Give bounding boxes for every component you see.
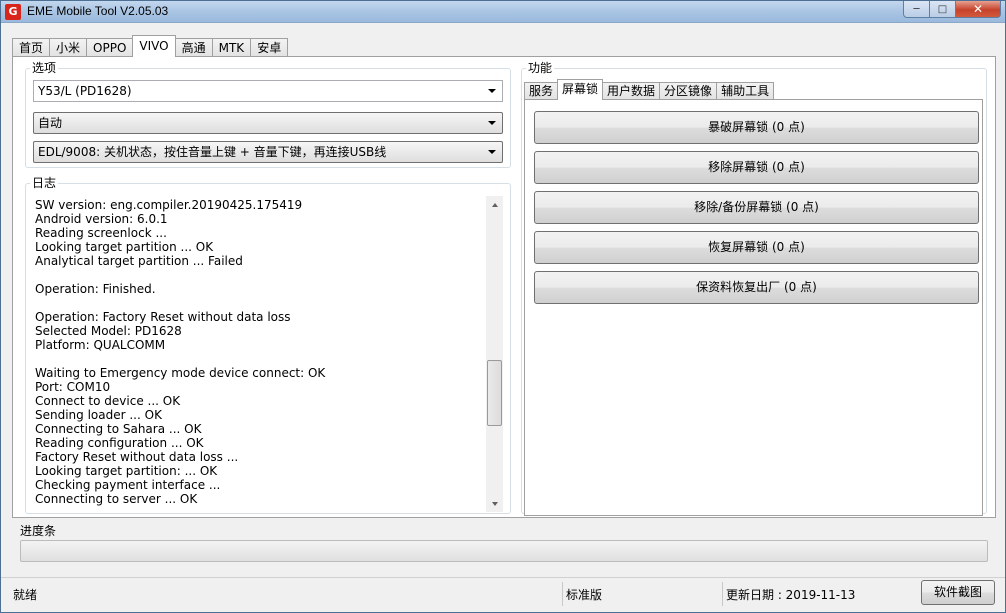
log-line: Looking target partition ... OK (35, 240, 214, 254)
bruteforce-screenlock-button[interactable]: 暴破屏幕锁 (0 点) (534, 111, 979, 144)
log-line: SW version: eng.compiler.20190425.175419 (35, 198, 303, 212)
close-button[interactable]: ✕ (956, 1, 1001, 18)
tab-vivo[interactable]: VIVO (132, 35, 176, 57)
tab-partition-image[interactable]: 分区镜像 (659, 82, 718, 100)
log-line: Platform: QUALCOMM (35, 338, 166, 352)
software-screenshot-button[interactable]: 软件截图 (921, 580, 995, 605)
screenlock-panel: 暴破屏幕锁 (0 点) 移除屏幕锁 (0 点) 移除/备份屏幕锁 (0 点) 恢… (524, 99, 983, 516)
scroll-thumb[interactable] (487, 360, 502, 426)
main-tab-strip: 首页 小米 OPPO VIVO 高通 MTK 安卓 (12, 35, 289, 57)
log-line: Connecting to server ... OK (35, 492, 198, 506)
minimize-button[interactable]: ─ (903, 1, 930, 18)
connect-mode-select-value: EDL/9008: 关机状态，按住音量上键 + 音量下键，再连接USB线 (38, 145, 387, 159)
functions-group-label: 功能 (526, 61, 555, 75)
tab-oppo[interactable]: OPPO (86, 38, 134, 57)
log-line: Checking payment interface ... (35, 478, 221, 492)
log-line: Looking target partition: ... OK (35, 464, 218, 478)
progress-bar (20, 540, 988, 562)
status-divider (722, 582, 723, 606)
log-line: Reading screenlock ... (35, 226, 167, 240)
log-textbox[interactable]: SW version: eng.compiler.20190425.175419… (33, 196, 503, 512)
remove-screenlock-button[interactable]: 移除屏幕锁 (0 点) (534, 151, 979, 184)
function-tab-strip: 服务 屏幕锁 用户数据 分区镜像 辅助工具 (524, 79, 775, 100)
log-lines: SW version: eng.compiler.20190425.175419… (35, 198, 485, 506)
close-icon: ✕ (972, 2, 984, 16)
scroll-up-icon (491, 202, 498, 207)
tab-xiaomi[interactable]: 小米 (49, 38, 88, 57)
log-group-label: 日志 (30, 176, 59, 190)
progress-label: 进度条 (20, 524, 57, 538)
mode-select-value: 自动 (38, 116, 63, 130)
window-title: EME Mobile Tool V2.05.03 (27, 4, 169, 18)
update-date-text: 更新日期 : 2019-11-13 (726, 588, 856, 602)
log-line: Operation: Factory Reset without data lo… (35, 310, 291, 324)
tab-home[interactable]: 首页 (12, 38, 51, 57)
dropdown-arrow-icon (488, 150, 496, 154)
app-logo-icon: G (5, 4, 21, 20)
vivo-tab-panel: 选项 Y53/L (PD1628) 自动 EDL/9008: 关机状态，按住音量… (12, 56, 996, 518)
log-scrollbar[interactable] (486, 196, 503, 512)
mode-select[interactable]: 自动 (33, 112, 503, 134)
log-line: Port: COM10 (35, 380, 111, 394)
log-line: Analytical target partition ... Failed (35, 254, 243, 268)
tab-user-data[interactable]: 用户数据 (602, 82, 661, 100)
log-line: Selected Model: PD1628 (35, 324, 182, 338)
connect-mode-select[interactable]: EDL/9008: 关机状态，按住音量上键 + 音量下键，再连接USB线 (33, 141, 503, 163)
status-bar: 就绪 标准版 更新日期 : 2019-11-13 软件截图 (1, 577, 1005, 608)
restore-screenlock-button[interactable]: 恢复屏幕锁 (0 点) (534, 231, 979, 264)
log-line: Reading configuration ... OK (35, 436, 204, 450)
factory-reset-keep-data-button[interactable]: 保资料恢复出厂 (0 点) (534, 271, 979, 304)
window-controls: ─ □ ✕ (903, 1, 1001, 19)
tab-aux-tools[interactable]: 辅助工具 (716, 82, 775, 100)
scroll-down-icon (491, 501, 498, 506)
log-line: Waiting to Emergency mode device connect… (35, 366, 326, 380)
functions-group: 功能 服务 屏幕锁 用户数据 分区镜像 辅助工具 暴破屏幕锁 (0 点) 移除屏… (521, 61, 987, 516)
tab-mtk[interactable]: MTK (211, 38, 252, 57)
dropdown-arrow-icon (488, 121, 496, 125)
log-line: Sending loader ... OK (35, 408, 162, 422)
edition-text: 标准版 (566, 588, 603, 602)
tab-screenlock[interactable]: 屏幕锁 (557, 79, 604, 100)
title-bar[interactable]: G EME Mobile Tool V2.05.03 ─ □ ✕ (1, 1, 1005, 23)
log-group: 日志 SW version: eng.compiler.20190425.175… (25, 176, 511, 514)
log-line: Connect to device ... OK (35, 394, 181, 408)
status-text: 就绪 (13, 588, 38, 602)
options-group-label: 选项 (30, 61, 59, 75)
status-divider (562, 582, 563, 606)
maximize-icon: □ (937, 3, 948, 15)
tab-qualcomm[interactable]: 高通 (174, 38, 213, 57)
dropdown-arrow-icon (488, 89, 496, 93)
model-select-value: Y53/L (PD1628) (38, 84, 132, 98)
scroll-up-button[interactable] (486, 196, 503, 213)
model-select[interactable]: Y53/L (PD1628) (33, 80, 503, 102)
tab-service[interactable]: 服务 (524, 82, 559, 100)
app-window: G EME Mobile Tool V2.05.03 ─ □ ✕ 首页 小米 O… (0, 0, 1006, 613)
tab-android[interactable]: 安卓 (250, 38, 289, 57)
log-line: Android version: 6.0.1 (35, 212, 168, 226)
minimize-icon: ─ (913, 3, 920, 15)
maximize-button[interactable]: □ (930, 1, 956, 18)
log-line: Operation: Finished. (35, 282, 156, 296)
scroll-down-button[interactable] (486, 495, 503, 512)
options-group: 选项 Y53/L (PD1628) 自动 EDL/9008: 关机状态，按住音量… (25, 61, 511, 168)
log-line: Connecting to Sahara ... OK (35, 422, 202, 436)
remove-backup-screenlock-button[interactable]: 移除/备份屏幕锁 (0 点) (534, 191, 979, 224)
log-line: Factory Reset without data loss ... (35, 450, 239, 464)
